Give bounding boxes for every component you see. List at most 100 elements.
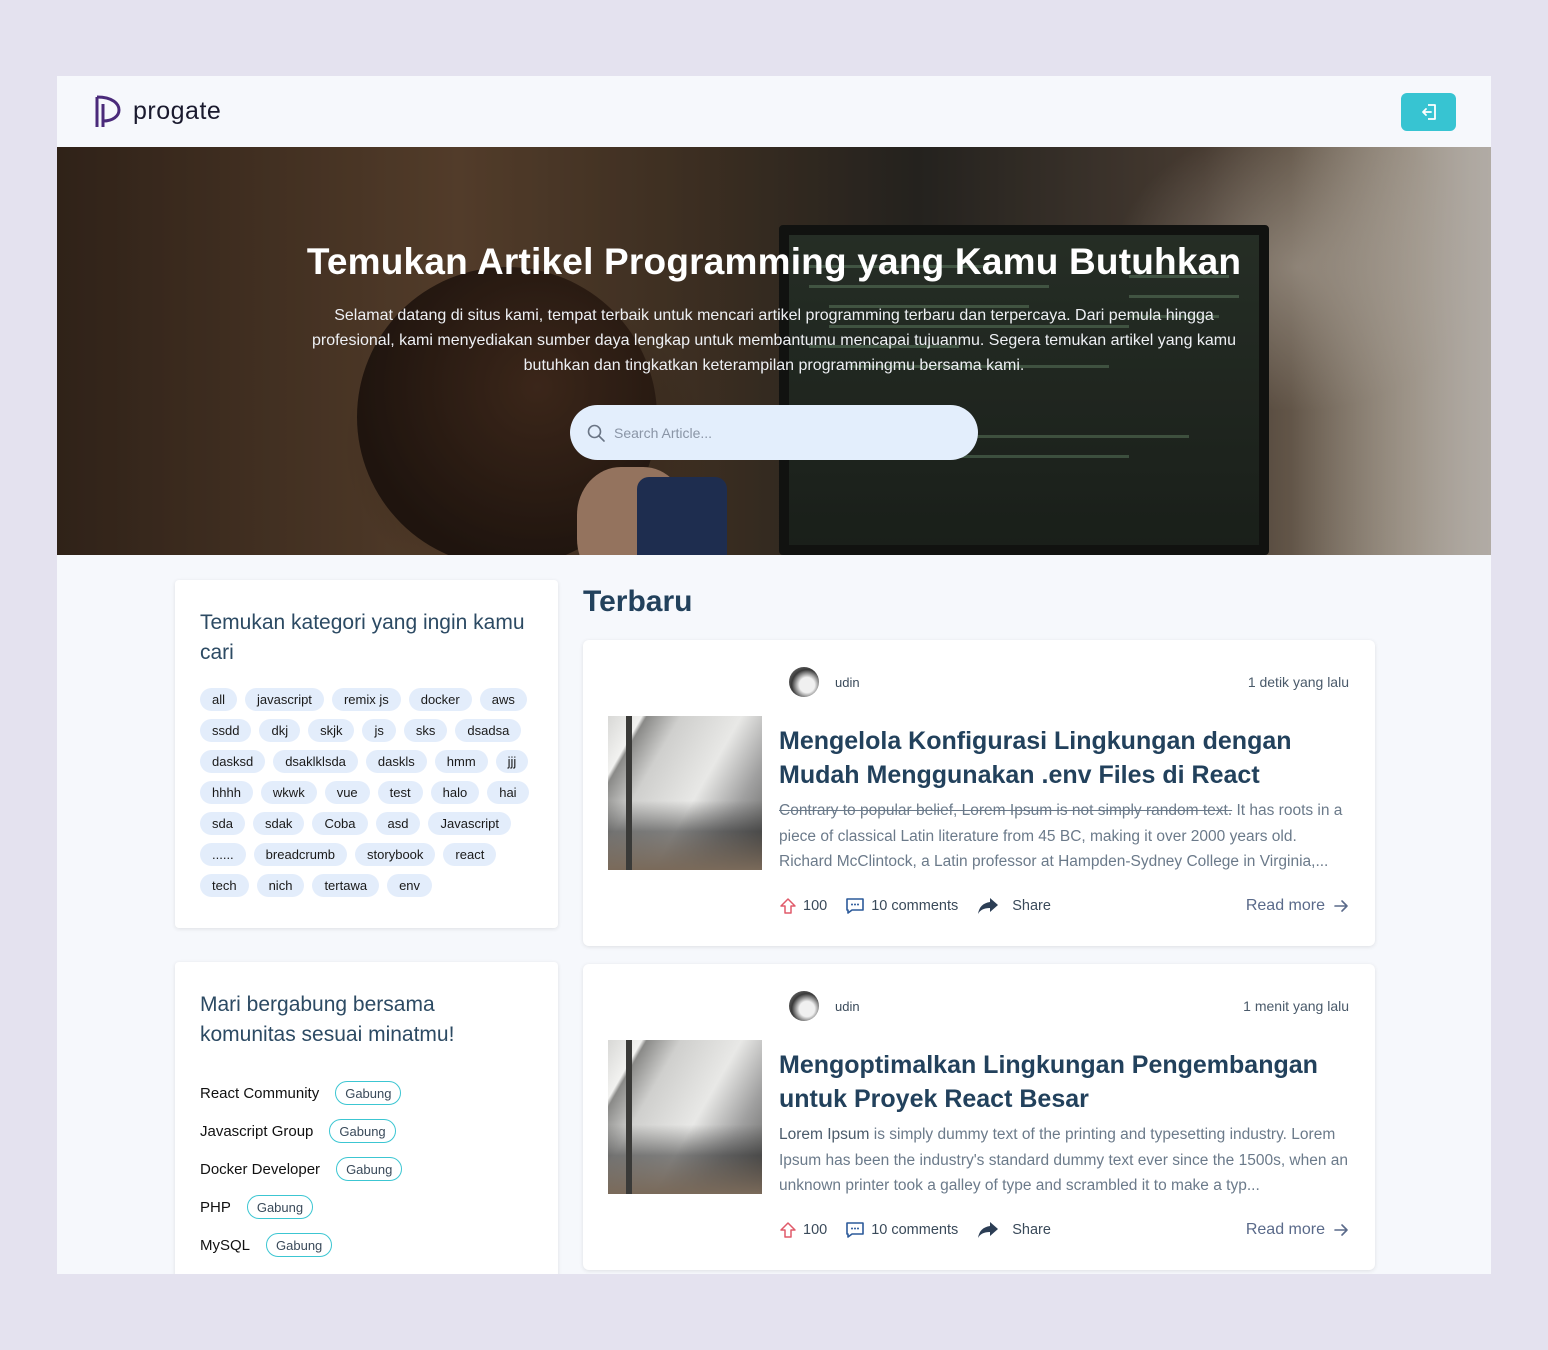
- join-button[interactable]: Gabung: [246, 1195, 314, 1219]
- sidebar: Temukan kategori yang ingin kamu cari al…: [175, 580, 558, 1274]
- category-tag[interactable]: test: [377, 781, 423, 804]
- brand-name: progate: [133, 97, 222, 125]
- category-tag[interactable]: asd: [375, 812, 421, 835]
- category-tag[interactable]: all: [200, 688, 238, 711]
- article-thumbnail[interactable]: [608, 716, 762, 870]
- category-tag[interactable]: ssdd: [200, 719, 252, 742]
- share-button[interactable]: Share: [976, 896, 1051, 916]
- category-tag[interactable]: hmm: [434, 750, 488, 773]
- category-tag[interactable]: aws: [479, 688, 527, 711]
- category-tag[interactable]: Javascript: [428, 812, 512, 835]
- article-author[interactable]: udin: [789, 667, 860, 697]
- category-tag[interactable]: dsadsa: [455, 719, 522, 742]
- read-more-link[interactable]: Read more: [1246, 1221, 1349, 1239]
- article-author[interactable]: udin: [789, 991, 860, 1021]
- communities-title: Mari bergabung bersama komunitas sesuai …: [200, 993, 455, 1046]
- hero-title: Temukan Artikel Programming yang Kamu Bu…: [306, 241, 1242, 282]
- join-button[interactable]: Gabung: [336, 1157, 403, 1181]
- upvote-button[interactable]: 100: [779, 897, 827, 915]
- comments-count: 10 comments: [871, 1222, 959, 1238]
- category-tag[interactable]: dasksd: [200, 750, 266, 773]
- communities-card: Mari bergabung bersama komunitas sesuai …: [175, 962, 558, 1274]
- category-tag[interactable]: sdak: [252, 812, 305, 835]
- category-tag[interactable]: remix js: [331, 688, 401, 711]
- category-tag[interactable]: halo: [430, 781, 480, 804]
- comments-button[interactable]: 10 comments: [845, 1221, 958, 1239]
- progate-logo-icon: [95, 95, 121, 127]
- login-button[interactable]: [1401, 92, 1456, 131]
- category-tag[interactable]: hai: [487, 781, 529, 804]
- upvote-button[interactable]: 100: [779, 1221, 827, 1239]
- category-tag[interactable]: docker: [408, 688, 472, 711]
- category-tag[interactable]: dkj: [259, 719, 301, 742]
- article-card[interactable]: udin 1 menit yang lalu Mengoptimalkan Li…: [583, 964, 1375, 1270]
- arrow-up-icon: [780, 1222, 796, 1238]
- categories-card: Temukan kategori yang ingin kamu cari al…: [175, 580, 558, 928]
- category-tag[interactable]: breadcrumb: [253, 843, 348, 866]
- category-tag[interactable]: javascript: [245, 688, 324, 711]
- category-tag[interactable]: nich: [256, 874, 305, 897]
- article-timestamp: 1 detik yang lalu: [1247, 674, 1349, 690]
- category-tag[interactable]: jjj: [495, 750, 529, 773]
- share-icon: [978, 898, 999, 914]
- category-tag[interactable]: vue: [324, 781, 370, 804]
- category-tag[interactable]: daskls: [365, 750, 427, 773]
- category-tag[interactable]: react: [443, 843, 497, 866]
- article-thumbnail[interactable]: [608, 1040, 762, 1194]
- upvote-count: 100: [803, 1222, 828, 1238]
- community-name: React Community: [200, 1084, 320, 1102]
- join-button[interactable]: Gabung: [335, 1081, 402, 1105]
- share-icon: [978, 1222, 999, 1238]
- category-tag[interactable]: sda: [200, 812, 245, 835]
- search-input[interactable]: [614, 424, 954, 441]
- join-button[interactable]: Gabung: [329, 1119, 396, 1143]
- article-excerpt: Lorem Ipsum is simply dummy text of the …: [779, 1126, 1349, 1194]
- category-tag[interactable]: skjk: [308, 719, 355, 742]
- community-item: MySQL Gabung: [200, 1226, 533, 1264]
- author-name: udin: [835, 674, 860, 690]
- share-label: Share: [1012, 1222, 1051, 1238]
- comments-button[interactable]: 10 comments: [845, 897, 958, 915]
- category-tag[interactable]: js: [362, 719, 396, 742]
- community-item: Javascript Group Gabung: [200, 1112, 533, 1150]
- category-tag[interactable]: tech: [200, 874, 249, 897]
- category-tag[interactable]: ......: [200, 843, 246, 866]
- hero-banner: Temukan Artikel Programming yang Kamu Bu…: [57, 147, 1491, 555]
- category-tags: all javascript remix js docker aws ssdd dkj skj…: [200, 688, 533, 897]
- article-timestamp: 1 menit yang lalu: [1243, 998, 1349, 1014]
- logo[interactable]: progate: [93, 94, 221, 130]
- community-name: Javascript Group: [200, 1122, 314, 1140]
- avatar: [789, 991, 819, 1021]
- community-item: PHP Gabung: [200, 1188, 533, 1226]
- category-tag[interactable]: env: [387, 874, 433, 897]
- arrow-right-icon: [1334, 900, 1348, 912]
- read-more-link[interactable]: Read more: [1246, 897, 1349, 915]
- category-tag[interactable]: sks: [403, 719, 448, 742]
- upvote-count: 100: [803, 898, 828, 914]
- search-bar[interactable]: [570, 405, 978, 460]
- section-title: Terbaru: [583, 585, 693, 618]
- community-name: MySQL: [200, 1236, 251, 1254]
- category-tag[interactable]: dsaklklsda: [273, 750, 358, 773]
- article-feed: Terbaru udin 1 detik yang lalu Mengelola…: [583, 580, 1375, 1274]
- search-icon: [587, 424, 605, 442]
- category-tag[interactable]: storybook: [355, 843, 436, 866]
- header: progate: [57, 76, 1491, 147]
- app-frame: progate Temukan Artikel Programming yang…: [57, 76, 1491, 1274]
- category-tag[interactable]: tertawa: [312, 874, 380, 897]
- comments-count: 10 comments: [871, 898, 959, 914]
- article-title[interactable]: Mengoptimalkan Lingkungan Pengembangan u…: [779, 1048, 1351, 1116]
- community-name: PHP: [200, 1198, 231, 1216]
- hero-description: Selamat datang di situs kami, tempat ter…: [311, 307, 1237, 374]
- arrow-right-icon: [1334, 1224, 1348, 1236]
- category-tag[interactable]: Coba: [312, 812, 368, 835]
- category-tag[interactable]: hhhh: [200, 781, 253, 804]
- article-card[interactable]: udin 1 detik yang lalu Mengelola Konfigu…: [583, 640, 1375, 946]
- community-item: Docker Developer Gabung: [200, 1150, 533, 1188]
- share-button[interactable]: Share: [976, 1220, 1051, 1240]
- join-button[interactable]: Gabung: [266, 1233, 333, 1257]
- login-icon: [1421, 103, 1436, 120]
- article-title[interactable]: Mengelola Konfigurasi Lingkungan dengan …: [779, 724, 1351, 792]
- community-item: React Community Gabung: [200, 1074, 533, 1112]
- category-tag[interactable]: wkwk: [260, 781, 317, 804]
